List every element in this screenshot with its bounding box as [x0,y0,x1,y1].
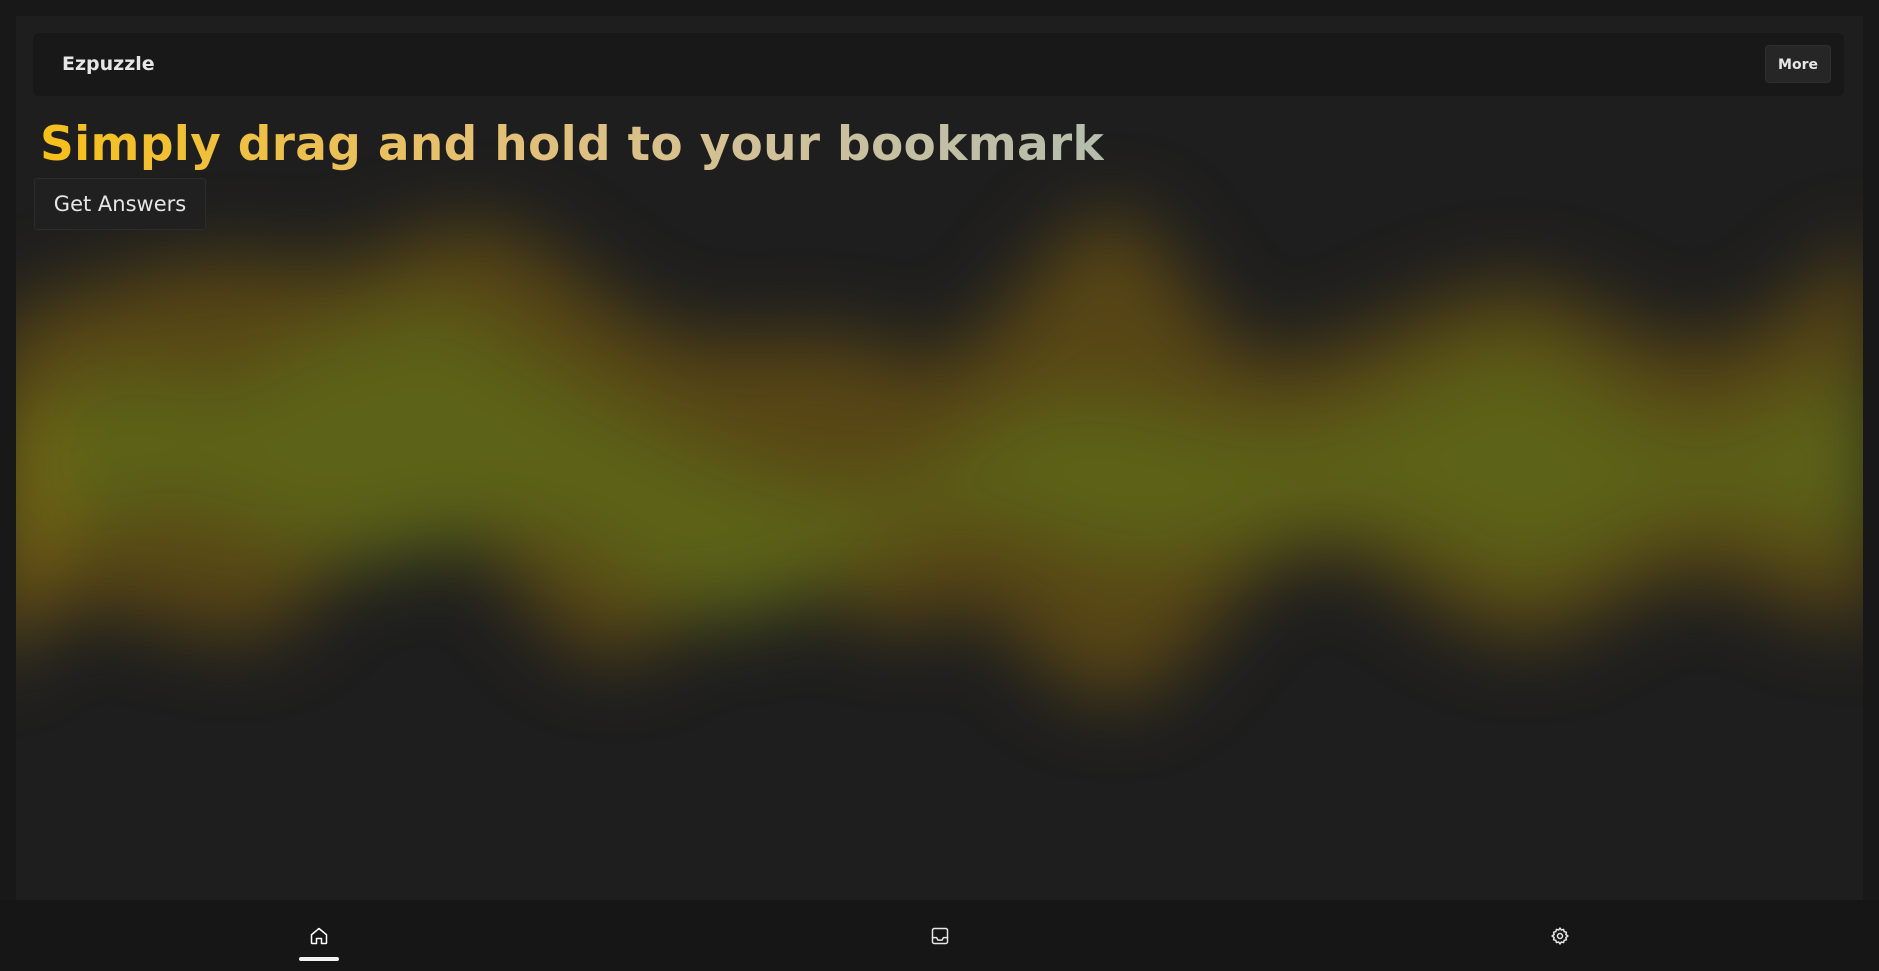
top-bar: Ezpuzzle More [33,33,1844,96]
app-title: Ezpuzzle [62,53,155,75]
home-icon [310,927,328,944]
gear-icon [1551,926,1569,945]
more-button[interactable]: More [1765,45,1831,83]
main-panel: Ezpuzzle More Simply drag and hold to yo… [16,16,1863,900]
bottom-nav [0,900,1879,971]
inbox-icon [931,927,949,944]
get-answers-button[interactable]: Get Answers [34,178,206,230]
hero-headline: Simply drag and hold to your bookmark [40,117,1105,172]
nav-settings[interactable] [1530,900,1590,971]
nav-inbox[interactable] [910,900,970,971]
active-tab-indicator [299,957,339,961]
